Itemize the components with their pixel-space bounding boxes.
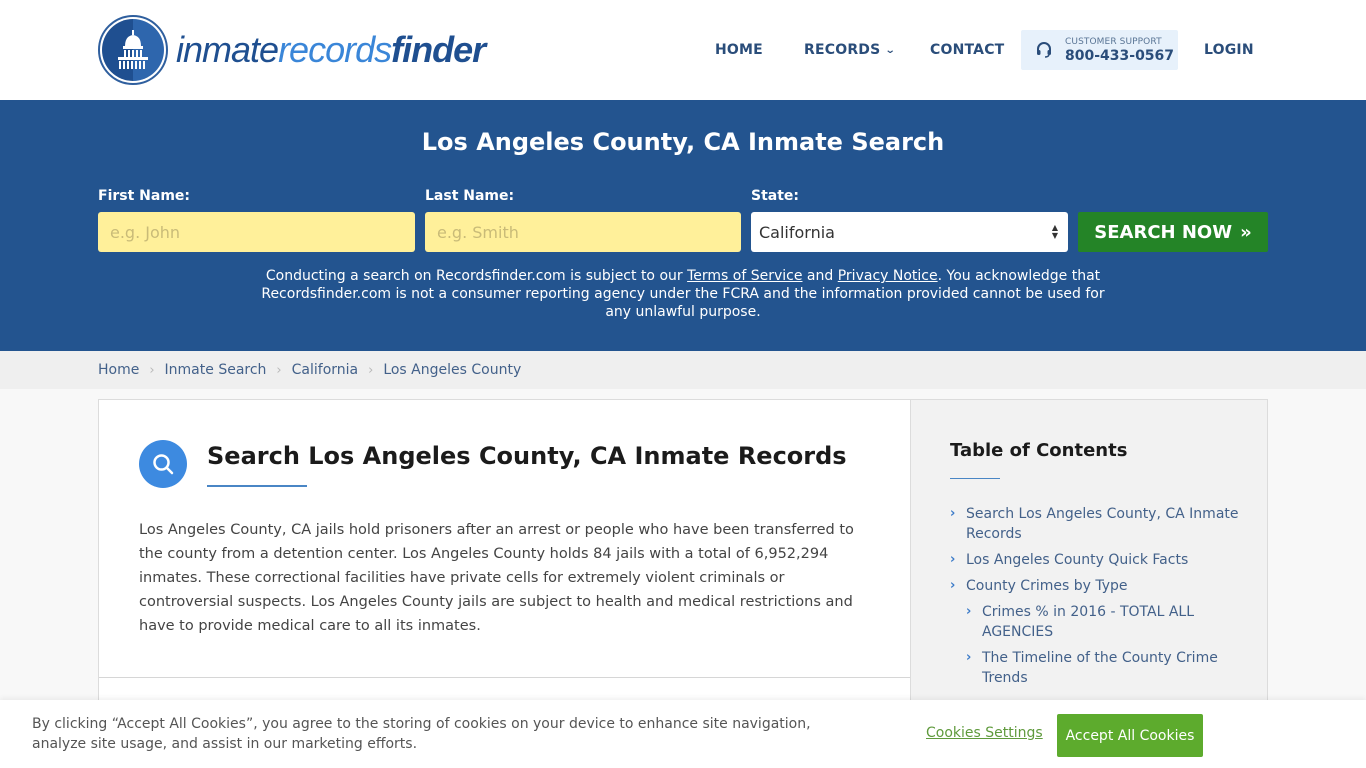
logo-wordmark: inmaterecordsfinder — [176, 29, 486, 70]
first-name-label: First Name: — [98, 188, 191, 204]
double-chevron-right-icon: » — [1240, 221, 1252, 243]
chevron-right-icon: › — [966, 650, 972, 665]
nav-contact[interactable]: CONTACT — [930, 30, 1004, 70]
breadcrumb-inmate-search[interactable]: Inmate Search — [165, 362, 267, 378]
toc-underline — [950, 478, 1000, 479]
breadcrumb-home[interactable]: Home — [98, 362, 139, 378]
search-disclaimer: Conducting a search on Recordsfinder.com… — [261, 268, 1105, 320]
toc-list: › Search Los Angeles County, CA Inmate R… — [950, 504, 1240, 694]
toc-item[interactable]: › County Crimes by Type — [950, 576, 1240, 596]
toc-title: Table of Contents — [950, 440, 1128, 461]
breadcrumb-bar: Home › Inmate Search › California › Los … — [0, 351, 1366, 389]
chevron-right-icon: › — [950, 552, 956, 567]
nav-records[interactable]: RECORDS ⌄ — [804, 30, 897, 70]
last-name-label: Last Name: — [425, 188, 515, 204]
nav-home[interactable]: HOME — [715, 30, 763, 70]
chevron-right-icon: › — [149, 362, 155, 378]
chevron-right-icon: › — [966, 604, 972, 619]
support-label: CUSTOMER SUPPORT — [1065, 36, 1162, 47]
breadcrumb-california[interactable]: California — [292, 362, 358, 378]
section-body: Los Angeles County, CA jails hold prison… — [139, 522, 854, 634]
capitol-building-icon — [98, 15, 168, 85]
section-title: Search Los Angeles County, CA Inmate Rec… — [207, 442, 847, 470]
toc-subitem[interactable]: › The Timeline of the County Crime Trend… — [966, 648, 1240, 688]
toc-item[interactable]: › Search Los Angeles County, CA Inmate R… — [950, 504, 1240, 544]
state-selected-value: California — [759, 222, 835, 242]
search-panel: Los Angeles County, CA Inmate Search Fir… — [0, 100, 1366, 351]
login-link[interactable]: LOGIN — [1204, 30, 1254, 70]
accept-all-cookies-button[interactable]: Accept All Cookies — [1057, 714, 1203, 757]
chevron-down-icon: ⌄ — [885, 44, 897, 56]
search-icon — [139, 440, 187, 488]
site-header: inmaterecordsfinder HOME RECORDS ⌄ CONTA… — [0, 0, 1366, 100]
breadcrumb: Home › Inmate Search › California › Los … — [98, 351, 521, 389]
state-select[interactable]: California ▲ ▼ — [751, 212, 1068, 252]
customer-support-button[interactable]: CUSTOMER SUPPORT 800-433-0567 — [1021, 30, 1178, 70]
search-title: Los Angeles County, CA Inmate Search — [421, 128, 945, 156]
privacy-notice-link[interactable]: Privacy Notice — [838, 268, 938, 284]
state-label: State: — [751, 188, 800, 204]
site-logo[interactable]: inmaterecordsfinder — [98, 15, 486, 85]
cookies-settings-link[interactable]: Cookies Settings — [926, 725, 1043, 741]
last-name-input[interactable] — [425, 212, 741, 252]
cookie-banner: By clicking “Accept All Cookies”, you ag… — [0, 700, 1366, 768]
chevron-right-icon: › — [276, 362, 282, 378]
section-divider — [99, 677, 910, 678]
toc-item[interactable]: › Los Angeles County Quick Facts — [950, 550, 1240, 570]
chevron-right-icon: › — [950, 578, 956, 593]
breadcrumb-los-angeles-county[interactable]: Los Angeles County — [383, 362, 521, 378]
terms-of-service-link[interactable]: Terms of Service — [687, 268, 802, 284]
title-underline — [207, 485, 307, 487]
select-arrows-icon: ▲ ▼ — [1051, 223, 1058, 240]
chevron-right-icon: › — [368, 362, 374, 378]
search-now-button[interactable]: SEARCH NOW » — [1078, 212, 1268, 252]
support-phone: 800-433-0567 — [1065, 47, 1175, 64]
headset-icon — [1037, 42, 1051, 58]
chevron-right-icon: › — [950, 506, 956, 521]
first-name-input[interactable] — [98, 212, 415, 252]
toc-subitem[interactable]: › Crimes % in 2016 - TOTAL ALL AGENCIES — [966, 602, 1240, 642]
cookie-text: By clicking “Accept All Cookies”, you ag… — [32, 716, 811, 752]
